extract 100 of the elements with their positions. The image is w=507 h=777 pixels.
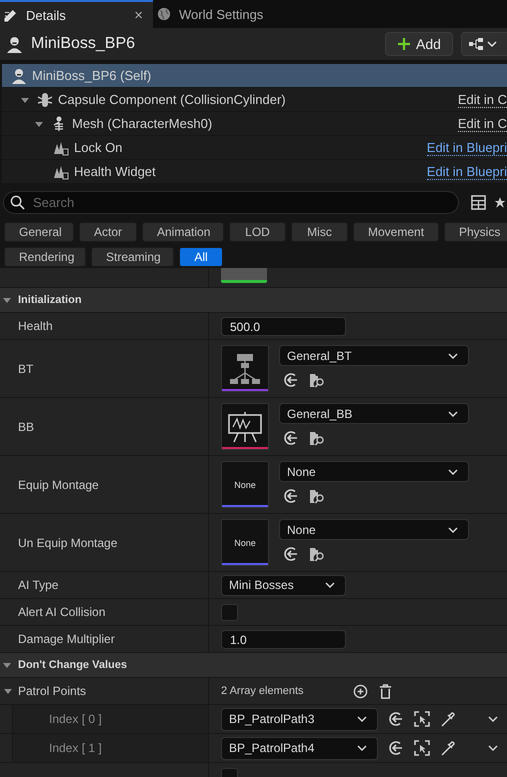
component-name: Mesh (CharacterMesh0) [72, 116, 214, 131]
table-view-icon[interactable] [471, 195, 486, 210]
asset-dropdown[interactable]: General_BT [279, 345, 469, 366]
thumbnail-text: None [234, 480, 256, 490]
number-field[interactable]: 500.0 [221, 316, 346, 336]
section-header[interactable]: Don't Change Values [0, 653, 507, 678]
filter-chip[interactable]: Misc [291, 222, 348, 242]
filter-chip[interactable]: Physics [444, 222, 507, 242]
close-tab-button[interactable]: × [134, 6, 143, 24]
add-button[interactable]: Add [385, 32, 453, 56]
asset-thumbnail[interactable] [221, 403, 269, 450]
expand-chevron-icon [488, 745, 498, 751]
filter-chip[interactable]: General [4, 222, 74, 242]
browse-folder-icon[interactable] [309, 430, 325, 446]
edit-link[interactable]: Edit in C [458, 92, 507, 108]
asset-dropdown[interactable]: None [279, 519, 469, 540]
filter-chip[interactable]: Animation [142, 222, 224, 242]
expand-chevron-icon [488, 716, 498, 722]
use-selected-icon[interactable] [283, 488, 299, 504]
component-name: Capsule Component (CollisionCylinder) [58, 92, 287, 107]
component-name: Lock On [74, 140, 124, 155]
tree-diagram-icon [230, 352, 260, 384]
object-dropdown[interactable]: BP_PatrolPath4 [221, 736, 378, 760]
property-label: Equip Montage [17, 478, 100, 492]
component-name: Health Widget [74, 164, 157, 179]
eyedropper-icon[interactable] [440, 711, 456, 727]
capsule-icon [37, 92, 53, 108]
filter-chip[interactable]: Streaming [91, 247, 174, 267]
hierarchy-button[interactable] [461, 32, 507, 56]
object-dropdown[interactable]: BP_PatrolPath3 [221, 708, 378, 730]
thumbnail-edge [221, 268, 267, 283]
filter-chip[interactable]: All [179, 247, 223, 267]
number-field[interactable]: 1.0 [221, 630, 346, 648]
checkbox[interactable] [221, 604, 238, 620]
eyedropper-icon[interactable] [440, 740, 456, 756]
component-row[interactable]: Health Widget Edit in Bluepri [2, 160, 507, 184]
select-actor-icon[interactable] [414, 740, 430, 756]
property-label: BT [17, 362, 34, 376]
person-icon [6, 36, 23, 52]
select-actor-icon[interactable] [414, 711, 430, 727]
trash-icon[interactable] [378, 684, 393, 698]
edit-link[interactable]: Edit in C [458, 116, 507, 132]
index-label: Index [ 0 ] [12, 705, 208, 733]
array-count: 2 Array elements [221, 685, 305, 697]
filter-chip[interactable]: LOD [229, 222, 286, 242]
property-label: Patrol Points [18, 684, 86, 698]
search-icon [10, 195, 25, 210]
hierarchy-icon [468, 37, 498, 51]
browse-folder-icon[interactable] [309, 546, 325, 562]
person-icon [11, 68, 27, 84]
edit-link[interactable]: Edit in Bluepri [426, 164, 507, 180]
property-label: Un Equip Montage [17, 536, 118, 550]
property-label: BB [17, 420, 36, 434]
panel-tab[interactable]: Details × [0, 0, 153, 28]
browse-folder-icon[interactable] [309, 488, 325, 504]
thumbnail-text: None [234, 538, 256, 548]
filter-chip[interactable]: Rendering [4, 247, 86, 267]
use-selected-icon[interactable] [283, 546, 299, 562]
pencil-icon [4, 8, 18, 22]
asset-dropdown[interactable]: General_BB [279, 403, 469, 424]
property-label: Alert AI Collision [17, 605, 106, 619]
add-element-icon[interactable] [353, 684, 368, 698]
section-header[interactable]: Initialization [0, 288, 507, 313]
chevron-down-icon [357, 716, 367, 722]
chevron-down-icon [325, 582, 335, 588]
search-field[interactable]: Search [3, 191, 459, 214]
asset-thumbnail[interactable]: None [221, 519, 269, 566]
chevron-down-icon [448, 526, 458, 532]
filter-chip[interactable]: Actor [79, 222, 137, 242]
asset-thumbnail[interactable]: None [221, 461, 269, 508]
property-label: Damage Multiplier [17, 632, 116, 646]
use-selected-icon[interactable] [283, 430, 299, 446]
collapse-arrow-icon[interactable] [2, 295, 12, 305]
asset-thumbnail[interactable] [221, 345, 269, 392]
star-icon[interactable] [494, 195, 506, 210]
component-row[interactable]: MiniBoss_BP6 (Self) [2, 64, 507, 88]
actor-title: MiniBoss_BP6 [31, 35, 136, 53]
component-row[interactable]: Lock On Edit in Bluepri [2, 136, 507, 160]
browse-folder-icon[interactable] [309, 372, 325, 388]
collapse-arrow-icon[interactable] [3, 686, 13, 696]
collapse-arrow-icon[interactable] [2, 660, 12, 670]
enum-dropdown[interactable]: Mini Bosses [221, 574, 346, 596]
filter-chip[interactable]: Movement [353, 222, 439, 242]
index-label: Index [ 1 ] [12, 734, 208, 762]
use-selected-icon[interactable] [388, 711, 404, 727]
property-label: Health [17, 319, 54, 333]
component-row[interactable]: Capsule Component (CollisionCylinder) Edit in C [2, 88, 507, 112]
chevron-down-icon [448, 352, 458, 358]
asset-dropdown[interactable]: None [279, 461, 469, 482]
use-selected-icon[interactable] [283, 372, 299, 388]
edit-link[interactable]: Edit in Bluepri [426, 140, 507, 156]
easel-board-icon [228, 410, 262, 442]
plus-icon [397, 37, 412, 51]
use-selected-icon[interactable] [388, 740, 404, 756]
search-input[interactable]: Search [33, 195, 433, 210]
panel-tab[interactable]: World Settings [153, 0, 293, 28]
globe-icon [157, 7, 171, 21]
chevron-down-icon [357, 745, 367, 751]
component-row[interactable]: Mesh (CharacterMesh0) Edit in C [2, 112, 507, 136]
property-label: AI Type [17, 578, 60, 592]
